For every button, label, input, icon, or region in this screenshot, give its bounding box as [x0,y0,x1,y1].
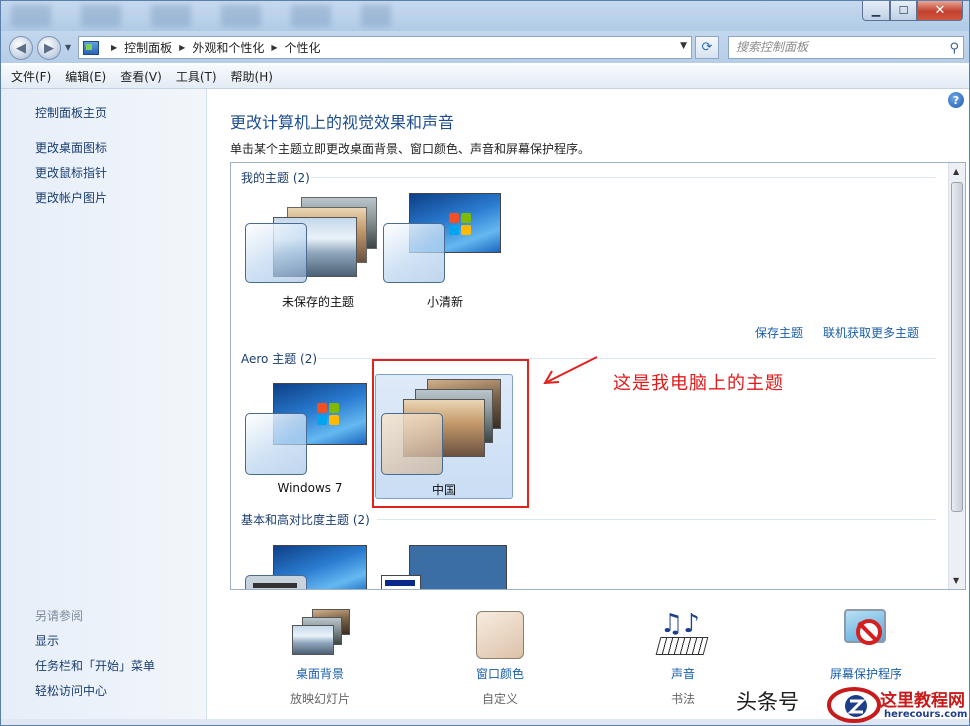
windows-logo-icon [317,403,339,425]
control-panel-home-link[interactable]: 控制面板主页 [35,104,107,121]
scroll-thumb[interactable] [951,182,963,512]
page-title: 更改计算机上的视觉效果和声音 [230,113,455,132]
status-bar [1,719,969,725]
see-also-heading: 另请参阅 [35,609,84,623]
theme-label[interactable]: Windows 7 [235,481,385,495]
theme-preview-image [409,545,507,589]
annotation-box [372,359,529,508]
change-mouse-pointer-link[interactable]: 更改鼠标指针 [35,164,107,181]
divider [377,519,936,520]
left-pane: 控制面板主页 更改桌面图标 更改鼠标指针 更改帐户图片 另请参阅 显示 任务栏和… [1,89,207,719]
maximize-button[interactable]: ☐ [890,1,917,21]
site-url-watermark: herecours.com [884,709,968,720]
control-panel-window: ▁ ☐ ✕ ◀ ▶ ▼ ▶ 控制面板 ▶ 外观和个性化 ▶ 个性化 ▼ ⟳ 搜索… [0,0,970,726]
breadcrumb-control-panel[interactable]: 控制面板 [124,39,172,56]
breadcrumb-personalization[interactable]: 个性化 [285,39,321,56]
desktop-background-icon[interactable] [290,609,350,655]
menu-edit[interactable]: 编辑(E) [65,68,106,85]
save-theme-link[interactable]: 保存主题 [755,324,803,341]
aero-themes-heading: Aero 主题 (2) [241,352,318,366]
divider [311,177,936,178]
search-input[interactable]: 搜索控制面板 ⚲ [728,36,964,59]
control-panel-icon [83,40,99,55]
change-account-picture-link[interactable]: 更改帐户图片 [35,189,107,206]
ease-of-access-link[interactable]: 轻松访问中心 [35,682,107,699]
close-button[interactable]: ✕ [917,1,963,21]
music-notes-icon: ♫♪ [660,609,700,639]
scroll-up-icon[interactable]: ▲ [953,167,959,176]
theme-preview-image [292,625,334,655]
site-logo-icon [827,687,881,723]
theme-glass-frame [383,223,445,283]
chevron-right-icon[interactable]: ▶ [179,43,185,52]
menu-help[interactable]: 帮助(H) [231,68,273,85]
change-desktop-icons-link[interactable]: 更改桌面图标 [35,139,107,156]
search-placeholder: 搜索控制面板 [736,40,809,54]
gallery-scrollbar[interactable]: ▲ ▼ [948,163,965,589]
menu-file[interactable]: 文件(F) [11,68,51,85]
display-link[interactable]: 显示 [35,632,59,649]
screensaver-label[interactable]: 屏幕保护程序 [796,665,936,682]
forward-button[interactable]: ▶ [37,36,61,60]
minimize-button[interactable]: ▁ [862,1,890,21]
window-color-label[interactable]: 窗口颜色 [430,665,570,682]
page-subtitle: 单击某个主题立即更改桌面背景、窗口颜色、声音和屏幕保护程序。 [230,142,591,156]
annotation-text: 这是我电脑上的主题 [613,373,784,394]
chevron-right-icon[interactable]: ▶ [271,43,277,52]
sound-label[interactable]: 声音 [613,665,753,682]
search-icon[interactable]: ⚲ [949,38,959,59]
menu-view[interactable]: 查看(V) [120,68,162,85]
windows-logo-icon [449,213,471,235]
refresh-button[interactable]: ⟳ [695,36,719,59]
back-button[interactable]: ◀ [9,36,33,60]
recent-pages-dropdown-icon[interactable]: ▼ [65,43,71,52]
window-buttons: ▁ ☐ ✕ [862,1,963,21]
breadcrumb-appearance[interactable]: 外观和个性化 [192,39,264,56]
chevron-right-icon[interactable]: ▶ [111,43,117,52]
window-bar [385,580,415,586]
annotation-arrow-icon [543,356,598,385]
basic-themes-heading: 基本和高对比度主题 (2) [241,513,370,527]
desktop-background-item[interactable]: 桌面背景 放映幻灯片 [250,665,390,707]
window-color-icon[interactable] [476,611,524,659]
toutiao-watermark: 头条号 [736,690,799,714]
blurred-title [11,5,391,27]
address-dropdown-icon[interactable]: ▼ [680,41,687,51]
screensaver-item[interactable]: 屏幕保护程序 [796,665,936,682]
window-color-value: 自定义 [481,692,518,706]
theme-glass-frame [245,413,307,475]
desktop-background-label[interactable]: 桌面背景 [250,665,390,682]
window-bar [253,583,297,588]
desktop-background-value: 放映幻灯片 [289,692,350,706]
my-themes-heading: 我的主题 (2) [241,171,310,185]
taskbar-start-menu-link[interactable]: 任务栏和「开始」菜单 [35,657,155,674]
get-more-themes-link[interactable]: 联机获取更多主题 [823,324,919,341]
theme-glass-frame [245,223,307,283]
piano-keys-icon [655,637,709,655]
scroll-down-icon[interactable]: ▼ [953,576,959,585]
title-bar: ▁ ☐ ✕ [1,1,969,31]
menu-bar: 文件(F) 编辑(E) 查看(V) 工具(T) 帮助(H) [1,65,969,89]
sound-value: 书法 [670,692,695,706]
window-color-item[interactable]: 窗口颜色 自定义 [430,665,570,707]
navigation-bar: ◀ ▶ ▼ ▶ 控制面板 ▶ 外观和个性化 ▶ 个性化 ▼ ⟳ 搜索控制面板 ⚲ [1,31,969,63]
sound-item[interactable]: 声音 书法 [613,665,753,707]
screensaver-icon[interactable] [844,609,888,655]
site-watermark: 这里教程网 [880,691,965,711]
help-icon[interactable]: ? [948,92,964,108]
sound-icon[interactable]: ♫♪ [655,609,709,657]
address-bar[interactable]: ▶ 控制面板 ▶ 外观和个性化 ▶ 个性化 ▼ [78,36,692,59]
menu-tools[interactable]: 工具(T) [176,68,217,85]
theme-label[interactable]: 小清新 [370,293,520,310]
